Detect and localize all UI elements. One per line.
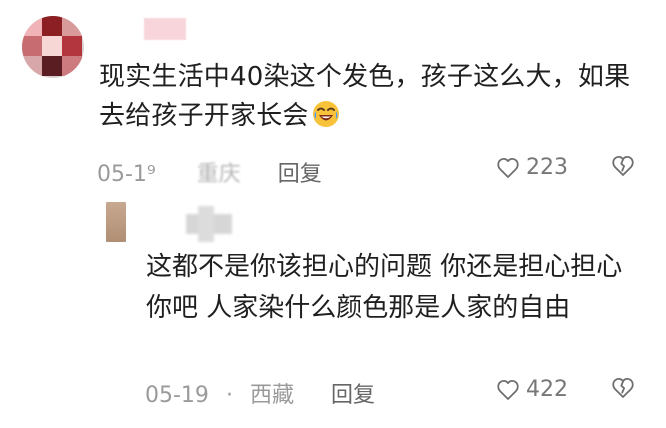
laughing-tears-emoji-icon bbox=[311, 99, 341, 129]
comment-dislike-button[interactable] bbox=[611, 155, 635, 177]
broken-heart-icon bbox=[611, 155, 635, 177]
comment-date: 05-1⁹ bbox=[97, 162, 156, 187]
broken-heart-icon bbox=[611, 377, 635, 399]
heart-outline-icon bbox=[496, 157, 520, 179]
commenter-name-blurred bbox=[144, 18, 186, 40]
comment-content: 现实生活中40染这个发色，孩子这么大，如果去给孩子开家长会 bbox=[99, 58, 639, 136]
reply-meta: 05-19 · 西藏 回复 bbox=[145, 377, 375, 409]
reply-like-count: 422 bbox=[526, 377, 568, 402]
reply-location: 西藏 bbox=[249, 383, 294, 408]
reply-reply-button[interactable]: 回复 bbox=[331, 383, 375, 408]
comment-meta: 05-1⁹ 重庆 回复 bbox=[97, 156, 322, 188]
heart-outline-icon bbox=[496, 379, 520, 401]
reply-like-button[interactable]: 422 bbox=[496, 377, 568, 402]
replier-avatar[interactable] bbox=[106, 202, 126, 242]
comment-text: 现实生活中40染这个发色，孩子这么大，如果去给孩子开家长会 bbox=[99, 62, 631, 131]
commenter-avatar[interactable] bbox=[22, 16, 84, 78]
reply-content: 这都不是你该担心的问题 你还是担心担心你吧 人家染什么颜色那是人家的自由 bbox=[146, 252, 623, 323]
reply-date: 05-19 bbox=[145, 383, 209, 408]
reply-dislike-button[interactable] bbox=[611, 377, 635, 399]
replier-name-blurred bbox=[186, 206, 232, 242]
comment-like-count: 223 bbox=[526, 155, 568, 180]
comment-location-blurred: 重庆 bbox=[196, 162, 241, 187]
meta-separator: · bbox=[225, 383, 233, 408]
reply-button[interactable]: 回复 bbox=[278, 162, 322, 187]
comment-like-button[interactable]: 223 bbox=[496, 155, 568, 180]
